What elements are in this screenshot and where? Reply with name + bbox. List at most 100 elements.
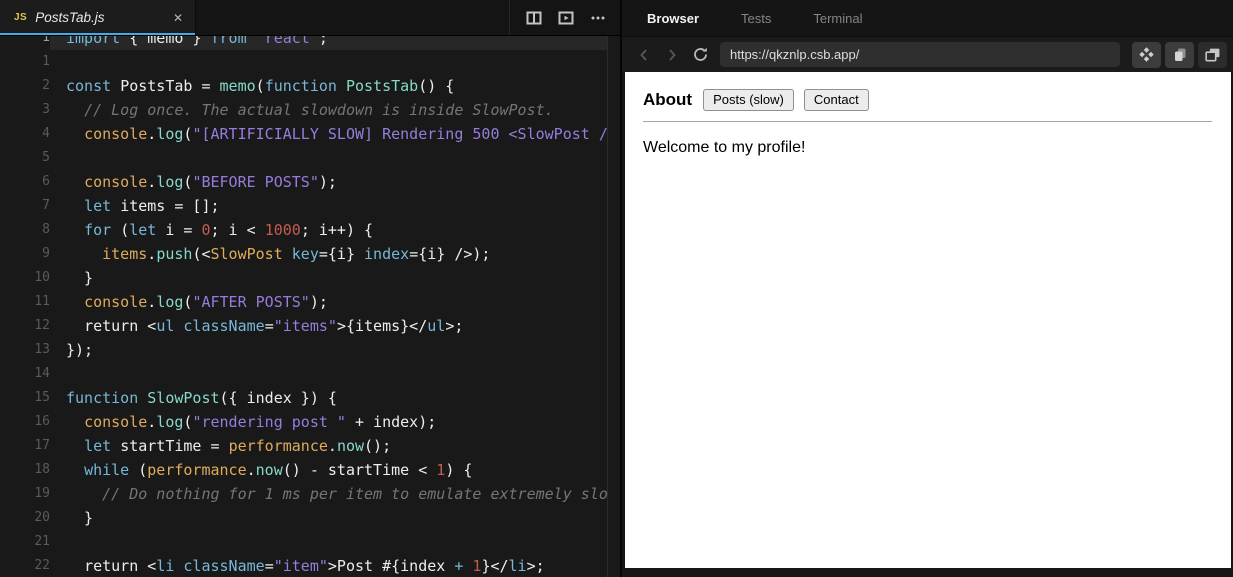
code-line[interactable]: 8 for (let i = 0; i < 1000; i++) { — [0, 218, 607, 242]
code-line[interactable]: 18 while (performance.now() - startTime … — [0, 458, 607, 482]
code-line[interactable]: 9 items.push(<SlowPost key={i} index={i}… — [0, 242, 607, 266]
code-text: while (performance.now() - startTime < 1… — [84, 461, 473, 479]
code-lines[interactable]: 1 import { memo } from 'react'; 1 2 const Po… — [0, 36, 607, 577]
line-number: 22 — [34, 558, 50, 573]
devtools-pane: Browser Tests Terminal https://qkznlp.cs… — [620, 0, 1233, 577]
code-text: let items = []; — [84, 197, 220, 215]
url-bar[interactable]: https://qkznlp.csb.app/ — [720, 42, 1120, 67]
code-line[interactable]: 22 return <li className="item">Post #{in… — [0, 554, 607, 577]
more-options-icon[interactable] — [590, 10, 606, 26]
code-area[interactable]: 1 import { memo } from 'react'; 1 2 const Po… — [0, 36, 608, 577]
code-line[interactable]: 3 // Log once. The actual slowdown is in… — [0, 98, 607, 122]
code-editor-pane: 1 import { memo } from 'react'; 1 2 const Po… — [0, 0, 620, 577]
copy-icon — [1174, 48, 1185, 61]
line-number: 18 — [34, 462, 50, 477]
code-text: function SlowPost({ index }) { — [66, 389, 337, 407]
line-number: 17 — [34, 438, 50, 453]
code-line[interactable]: 7 let items = []; — [0, 194, 607, 218]
refresh-icon[interactable] — [686, 42, 714, 68]
code-text: console.log("[ARTIFICIALLY SLOW] Renderi… — [84, 125, 608, 143]
code-line[interactable]: 16 console.log("rendering post " + index… — [0, 410, 607, 434]
code-line[interactable]: 15 function SlowPost({ index }) { — [0, 386, 607, 410]
tab-terminal[interactable]: Terminal — [813, 11, 862, 26]
line-number: 19 — [34, 486, 50, 501]
line-number: 7 — [42, 198, 50, 213]
page-header: About Posts (slow) Contact — [643, 89, 1212, 111]
line-number: 1 — [42, 36, 50, 45]
posts-slow-button[interactable]: Posts (slow) — [703, 89, 794, 111]
javascript-file-icon: JS — [14, 12, 28, 23]
open-in-new-window-button[interactable] — [1198, 41, 1227, 68]
code-text: import { memo } from 'react'; — [50, 36, 607, 50]
line-number: 2 — [42, 78, 50, 93]
line-number: 15 — [34, 390, 50, 405]
line-number: 6 — [42, 174, 50, 189]
code-text: items.push(<SlowPost key={i} index={i} /… — [102, 245, 491, 263]
code-line[interactable]: 19 // Do nothing for 1 ms per item to em… — [0, 482, 607, 506]
code-line[interactable]: 17 let startTime = performance.now(); — [0, 434, 607, 458]
code-line[interactable]: 11 console.log("AFTER POSTS"); — [0, 290, 607, 314]
line-number: 3 — [42, 102, 50, 117]
split-view-icon[interactable] — [526, 10, 542, 26]
code-line[interactable]: 21 — [0, 530, 607, 554]
editor-tab-bar: JS PostsTab.js ✕ — [0, 0, 620, 36]
code-text: }); — [66, 341, 94, 359]
code-line[interactable]: 4 console.log("[ARTIFICIALLY SLOW] Rende… — [0, 122, 607, 146]
line-number: 20 — [34, 510, 50, 525]
code-line[interactable]: 1 import { memo } from 'react'; — [0, 36, 607, 50]
tab-browser[interactable]: Browser — [647, 11, 699, 26]
line-number: 14 — [34, 366, 50, 381]
code-line[interactable]: 10 } — [0, 266, 607, 290]
tab-title: PostsTab.js — [35, 10, 105, 25]
code-text: } — [66, 269, 94, 287]
code-line[interactable]: 13}); — [0, 338, 607, 362]
line-number: 16 — [34, 414, 50, 429]
tab-bar-spacer — [196, 0, 509, 35]
code-line[interactable]: 12 return <ul className="items">{items}<… — [0, 314, 607, 338]
line-number: 12 — [34, 318, 50, 333]
code-line[interactable]: 5 — [0, 146, 607, 170]
code-line[interactable]: 14 — [0, 362, 607, 386]
back-icon[interactable] — [630, 42, 658, 68]
forward-icon[interactable] — [658, 42, 686, 68]
tab-tests[interactable]: Tests — [741, 11, 771, 26]
url-text: https://qkznlp.csb.app/ — [730, 47, 860, 62]
diamond-grid-icon — [1139, 47, 1154, 62]
devtools-tab-bar: Browser Tests Terminal — [622, 0, 1233, 37]
page-title: About — [643, 90, 693, 109]
line-number: 4 — [42, 126, 50, 141]
editor-toolbar — [510, 0, 620, 35]
code-line[interactable]: 2 const PostsTab = memo(function PostsTab… — [0, 74, 607, 98]
code-line[interactable]: 20 } — [0, 506, 607, 530]
code-text: for (let i = 0; i < 1000; i++) { — [84, 221, 374, 239]
code-text: return <ul className="items">{items}</ul… — [84, 317, 464, 335]
line-number: 13 — [34, 342, 50, 357]
copy-url-button[interactable] — [1165, 41, 1194, 68]
code-text: console.log("rendering post " + index); — [84, 413, 437, 431]
line-number: 8 — [42, 222, 50, 237]
line-number: 5 — [42, 150, 50, 165]
code-line[interactable]: 6 console.log("BEFORE POSTS"); — [0, 170, 607, 194]
line-number: 21 — [34, 534, 50, 549]
preview-page: About Posts (slow) Contact Welcome to my… — [625, 72, 1231, 157]
code-text: } — [66, 509, 94, 527]
code-text: return <li className="item">Post #{index… — [84, 557, 545, 575]
contact-button[interactable]: Contact — [803, 89, 869, 111]
code-text: let startTime = performance.now(); — [84, 437, 392, 455]
welcome-text: Welcome to my profile! — [643, 139, 806, 156]
tab-poststab-js[interactable]: JS PostsTab.js ✕ — [0, 0, 196, 35]
code-text: console.log("BEFORE POSTS"); — [84, 173, 337, 191]
code-line[interactable]: 1 — [0, 50, 607, 74]
line-number: 9 — [42, 246, 50, 261]
code-text: console.log("AFTER POSTS"); — [84, 293, 328, 311]
browser-navigation-bar: https://qkznlp.csb.app/ — [622, 37, 1233, 72]
line-number: 10 — [34, 270, 50, 285]
preview-icon[interactable] — [558, 10, 574, 26]
close-tab-icon[interactable]: ✕ — [173, 12, 183, 24]
line-number: 1 — [42, 54, 50, 69]
responsive-mode-button[interactable] — [1132, 41, 1161, 68]
